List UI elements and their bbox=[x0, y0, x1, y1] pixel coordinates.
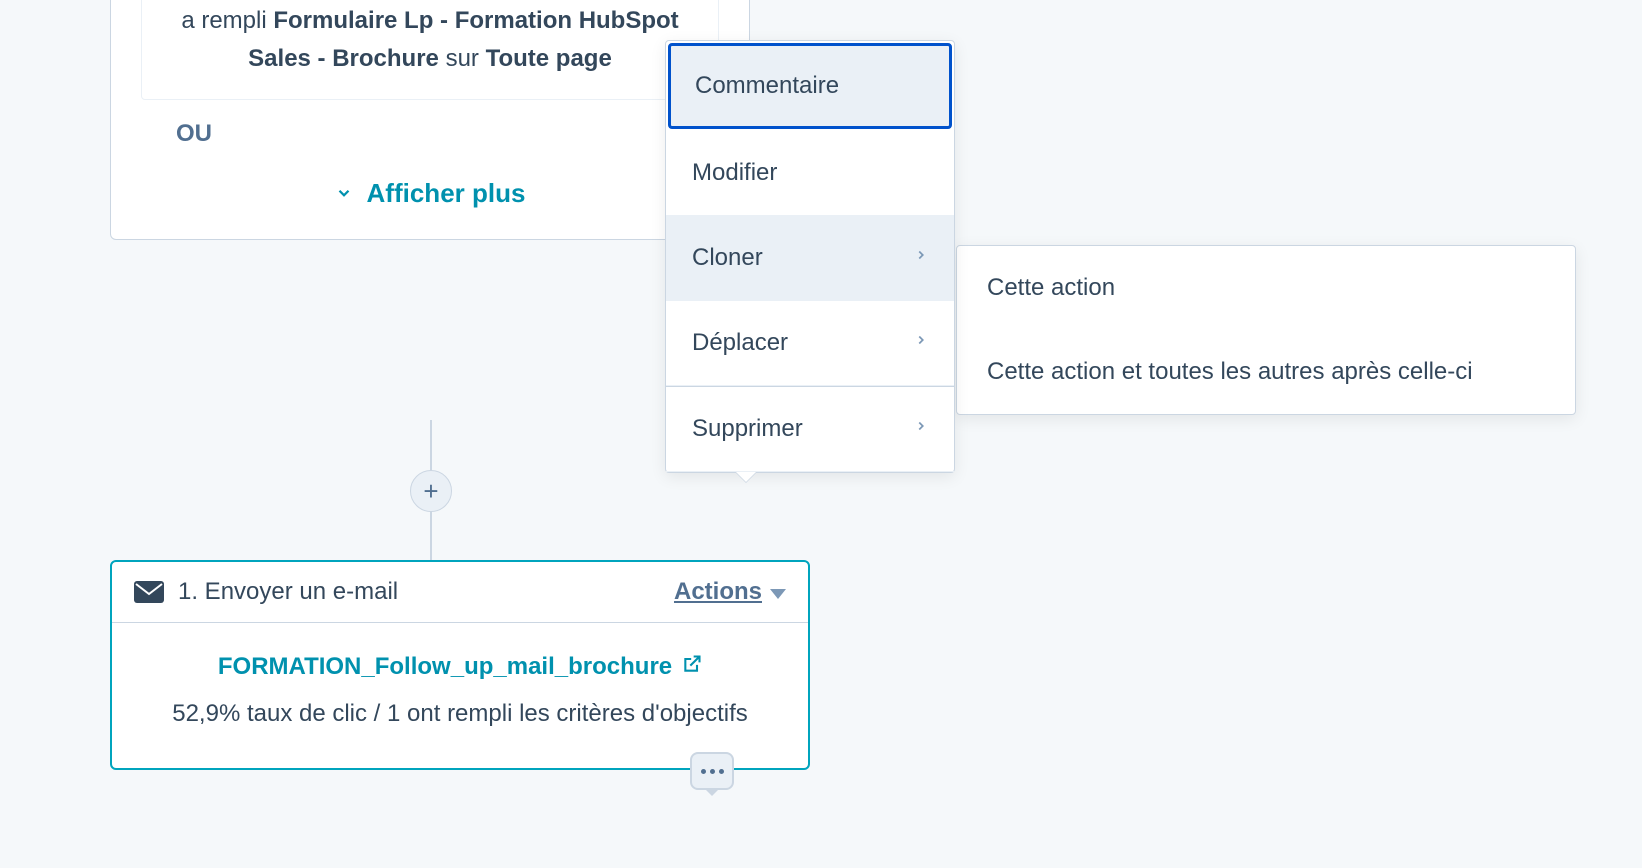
dropdown-move-label: Déplacer bbox=[692, 329, 788, 357]
action-title: 1. Envoyer un e-mail bbox=[134, 578, 398, 606]
dropdown-item-delete[interactable]: Supprimer bbox=[666, 387, 954, 472]
email-template-name: FORMATION_Follow_up_mail_brochure bbox=[218, 653, 672, 681]
dropdown-item-clone[interactable]: Cloner bbox=[666, 216, 954, 301]
trigger-prefix: a rempli bbox=[181, 7, 266, 34]
actions-label: Actions bbox=[674, 578, 762, 606]
actions-dropdown-trigger[interactable]: Actions bbox=[674, 578, 786, 606]
trigger-card: a rempli Formulaire Lp - Formation HubSp… bbox=[110, 0, 750, 240]
dropdown-comment-label: Commentaire bbox=[695, 72, 839, 100]
chevron-right-icon bbox=[914, 415, 928, 443]
action-card-body: FORMATION_Follow_up_mail_brochure 52,9% … bbox=[112, 623, 808, 768]
dropdown-tail bbox=[736, 472, 756, 482]
chevron-right-icon bbox=[914, 244, 928, 272]
action-card-header: 1. Envoyer un e-mail Actions bbox=[112, 562, 808, 623]
show-more-button[interactable]: Afficher plus bbox=[141, 178, 719, 209]
action-stats: 52,9% taux de clic / 1 ont rempli les cr… bbox=[142, 695, 778, 732]
or-separator: OU bbox=[176, 120, 719, 148]
external-link-icon bbox=[682, 653, 702, 681]
trigger-page-ref: Toute page bbox=[486, 45, 612, 72]
dropdown-clone-label: Cloner bbox=[692, 244, 763, 272]
comment-button[interactable] bbox=[690, 752, 734, 790]
caret-down-icon bbox=[770, 578, 786, 606]
dropdown-item-move[interactable]: Déplacer bbox=[666, 301, 954, 386]
chevron-down-icon bbox=[335, 178, 353, 209]
email-template-link[interactable]: FORMATION_Follow_up_mail_brochure bbox=[218, 653, 702, 681]
comment-icon bbox=[701, 769, 724, 774]
clone-submenu: Cette action Cette action et toutes les … bbox=[956, 245, 1576, 415]
trigger-text: a rempli Formulaire Lp - Formation HubSp… bbox=[172, 2, 688, 79]
action-step-label: 1. Envoyer un e-mail bbox=[178, 578, 398, 606]
chevron-right-icon bbox=[914, 329, 928, 357]
dropdown-item-comment[interactable]: Commentaire bbox=[668, 43, 952, 129]
actions-dropdown: Commentaire Modifier Cloner Déplacer Sup… bbox=[665, 40, 955, 473]
dropdown-item-edit[interactable]: Modifier bbox=[666, 131, 954, 216]
mail-icon bbox=[134, 581, 164, 603]
submenu-this-and-after-label: Cette action et toutes les autres après … bbox=[987, 358, 1473, 385]
submenu-this-action[interactable]: Cette action bbox=[957, 246, 1575, 330]
dropdown-delete-label: Supprimer bbox=[692, 415, 803, 443]
show-more-label: Afficher plus bbox=[367, 178, 526, 209]
action-card[interactable]: 1. Envoyer un e-mail Actions FORMATION_F… bbox=[110, 560, 810, 770]
submenu-this-and-after[interactable]: Cette action et toutes les autres après … bbox=[957, 330, 1575, 414]
workflow-canvas: a rempli Formulaire Lp - Formation HubSp… bbox=[0, 0, 1642, 868]
dropdown-edit-label: Modifier bbox=[692, 159, 777, 187]
trigger-middle: sur bbox=[446, 45, 479, 72]
trigger-condition[interactable]: a rempli Formulaire Lp - Formation HubSp… bbox=[141, 0, 719, 100]
add-step-button[interactable]: + bbox=[410, 470, 452, 512]
submenu-this-action-label: Cette action bbox=[987, 274, 1115, 301]
plus-icon: + bbox=[423, 476, 438, 507]
